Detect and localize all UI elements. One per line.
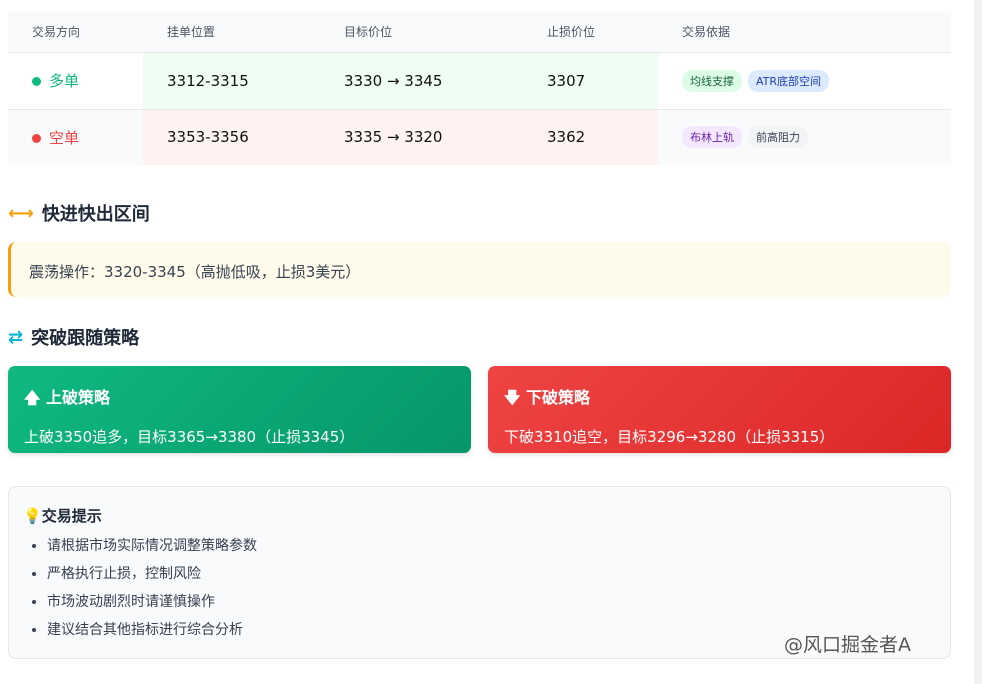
col-header: 挂单位置 [143,12,320,53]
col-header: 交易方向 [8,12,143,53]
tag: 均线支撑 [682,69,742,92]
stop-cell: 3307 [523,52,658,110]
range-box: 震荡操作：3320-3345（高抛低吸，止损3美元） [8,242,951,297]
col-header: 交易依据 [658,12,951,53]
table-row: 多单 3312-3315 3330 → 3345 3307 均线支撑 ATR底部空… [8,52,951,110]
tag: 前高阻力 [748,126,808,149]
basis-cell: 均线支撑 ATR底部空间 [658,52,951,110]
target-cell: 3330 → 3345 [320,52,523,110]
lightbulb-icon: 💡 [23,507,42,525]
direction-cell: 空单 [8,109,143,165]
basis-cell: 布林上轨 前高阻力 [658,109,951,165]
scrollbar[interactable] [974,0,982,684]
short-dot-icon [32,133,41,143]
tip-item: 严格执行止损，控制风险 [47,560,936,588]
tag: ATR底部空间 [748,69,830,92]
stop-cell: 3362 [523,109,658,165]
tag: 布林上轨 [682,126,742,149]
arrow-up-icon: 🡅 [24,388,41,407]
table-row: 空单 3353-3356 3335 → 3320 3362 布林上轨 前高阻力 [8,109,951,165]
arrow-down-icon: 🡇 [504,388,521,407]
section-title-breakout: ⇄ 突破跟随策略 [8,326,140,350]
tip-item: 请根据市场实际情况调整策略参数 [47,532,936,560]
section-title-quick: ⟷ 快进快出区间 [8,202,150,226]
direction-cell: 多单 [8,52,143,110]
col-header: 目标价位 [320,12,523,53]
col-header: 止损价位 [523,12,658,53]
target-cell: 3335 → 3320 [320,109,523,165]
long-dot-icon [32,77,41,86]
order-table: 交易方向 挂单位置 目标价位 止损价位 交易依据 多单 3312-3315 33… [8,12,951,165]
breakout-down-card: 🡇 下破策略 下破3310追空，目标3296→3280（止损3315） [488,366,951,453]
arrows-horizontal-icon: ⟷ [8,202,34,224]
watermark: @风口掘金者A [784,634,911,656]
entry-cell: 3312-3315 [143,52,320,110]
tip-item: 市场波动剧烈时请谨慎操作 [47,588,936,616]
entry-cell: 3353-3356 [143,109,320,165]
exchange-icon: ⇄ [8,326,24,348]
breakout-up-card: 🡅 上破策略 上破3350追多，目标3365→3380（止损3345） [8,366,471,453]
